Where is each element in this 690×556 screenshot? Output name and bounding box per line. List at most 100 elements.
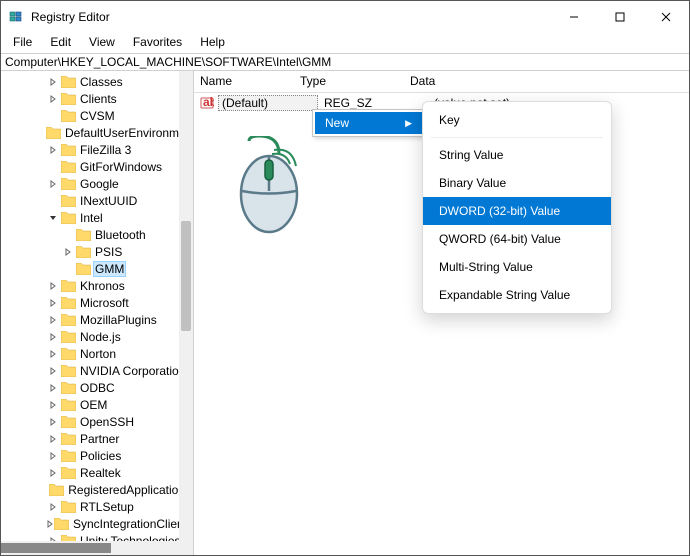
tree-item[interactable]: OEM bbox=[1, 396, 193, 413]
folder-icon bbox=[60, 143, 76, 157]
expander-closed-icon[interactable] bbox=[46, 452, 60, 460]
folder-icon bbox=[46, 126, 61, 140]
flyout-string[interactable]: String Value bbox=[423, 141, 611, 169]
new-flyout: Key String Value Binary Value DWORD (32-… bbox=[422, 101, 612, 314]
menu-view[interactable]: View bbox=[81, 33, 123, 51]
tree-item-label: ODBC bbox=[78, 381, 117, 395]
tree-item[interactable]: Partner bbox=[1, 430, 193, 447]
tree-item[interactable]: Node.js bbox=[1, 328, 193, 345]
tree-item-label: Policies bbox=[78, 449, 123, 463]
tree-item[interactable]: SyncIntegrationClients bbox=[1, 515, 193, 532]
menu-file[interactable]: File bbox=[5, 33, 40, 51]
column-name[interactable]: Name bbox=[194, 71, 294, 92]
expander-open-icon[interactable] bbox=[46, 214, 60, 222]
tree-item-label: Node.js bbox=[78, 330, 123, 344]
tree-item[interactable]: Bluetooth bbox=[1, 226, 193, 243]
tree-item[interactable]: MozillaPlugins bbox=[1, 311, 193, 328]
titlebar[interactable]: Registry Editor bbox=[1, 1, 689, 33]
expander-closed-icon[interactable] bbox=[46, 350, 60, 358]
expander-closed-icon[interactable] bbox=[61, 248, 75, 256]
value-type: REG_SZ bbox=[318, 96, 428, 110]
expander-closed-icon[interactable] bbox=[46, 333, 60, 341]
tree-item-label: DefaultUserEnvironment bbox=[63, 126, 194, 140]
address-bar[interactable]: Computer\HKEY_LOCAL_MACHINE\SOFTWARE\Int… bbox=[1, 53, 689, 71]
registry-editor-window: Registry Editor File Edit View Favorites… bbox=[0, 0, 690, 556]
tree-item[interactable]: ODBC bbox=[1, 379, 193, 396]
tree-item[interactable]: Norton bbox=[1, 345, 193, 362]
folder-icon bbox=[60, 109, 76, 123]
folder-icon bbox=[60, 449, 76, 463]
column-data[interactable]: Data bbox=[404, 71, 689, 92]
tree-item-label: SyncIntegrationClients bbox=[71, 517, 194, 531]
value-name[interactable]: (Default) bbox=[218, 95, 318, 111]
tree-item[interactable]: Classes bbox=[1, 73, 193, 90]
expander-closed-icon[interactable] bbox=[46, 503, 60, 511]
menu-help[interactable]: Help bbox=[192, 33, 233, 51]
tree-item-label: Microsoft bbox=[78, 296, 131, 310]
tree-scrollbar-horizontal[interactable] bbox=[1, 541, 193, 555]
menubar: File Edit View Favorites Help bbox=[1, 33, 689, 53]
folder-icon bbox=[60, 313, 76, 327]
tree-item[interactable]: INextUUID bbox=[1, 192, 193, 209]
expander-closed-icon[interactable] bbox=[46, 180, 60, 188]
tree-item[interactable]: RegisteredApplications bbox=[1, 481, 193, 498]
tree-item-label: CVSM bbox=[78, 109, 117, 123]
tree-item[interactable]: Policies bbox=[1, 447, 193, 464]
flyout-expand[interactable]: Expandable String Value bbox=[423, 281, 611, 309]
tree-item[interactable]: Google bbox=[1, 175, 193, 192]
expander-closed-icon[interactable] bbox=[46, 282, 60, 290]
column-type[interactable]: Type bbox=[294, 71, 404, 92]
flyout-key[interactable]: Key bbox=[423, 106, 611, 134]
svg-text:ab: ab bbox=[203, 96, 214, 109]
expander-closed-icon[interactable] bbox=[46, 520, 54, 528]
minimize-button[interactable] bbox=[551, 1, 597, 33]
flyout-multi[interactable]: Multi-String Value bbox=[423, 253, 611, 281]
tree-item[interactable]: GMM bbox=[1, 260, 193, 277]
flyout-binary[interactable]: Binary Value bbox=[423, 169, 611, 197]
tree-item[interactable]: Realtek bbox=[1, 464, 193, 481]
tree-item[interactable]: NVIDIA Corporation bbox=[1, 362, 193, 379]
values-pane: Name Type Data ab (Default) REG_SZ (valu… bbox=[194, 71, 689, 555]
menu-edit[interactable]: Edit bbox=[42, 33, 79, 51]
expander-closed-icon[interactable] bbox=[46, 316, 60, 324]
menu-favorites[interactable]: Favorites bbox=[125, 33, 190, 51]
tree-item[interactable]: FileZilla 3 bbox=[1, 141, 193, 158]
close-button[interactable] bbox=[643, 1, 689, 33]
maximize-button[interactable] bbox=[597, 1, 643, 33]
expander-closed-icon[interactable] bbox=[46, 299, 60, 307]
expander-closed-icon[interactable] bbox=[46, 435, 60, 443]
expander-closed-icon[interactable] bbox=[46, 146, 60, 154]
folder-icon bbox=[60, 330, 76, 344]
tree-item[interactable]: PSIS bbox=[1, 243, 193, 260]
flyout-dword[interactable]: DWORD (32-bit) Value bbox=[423, 197, 611, 225]
expander-closed-icon[interactable] bbox=[46, 95, 60, 103]
tree-item[interactable]: RTLSetup bbox=[1, 498, 193, 515]
expander-closed-icon[interactable] bbox=[46, 384, 60, 392]
tree-item[interactable]: CVSM bbox=[1, 107, 193, 124]
tree-item[interactable]: Microsoft bbox=[1, 294, 193, 311]
folder-icon bbox=[60, 398, 76, 412]
context-new[interactable]: New ▶ bbox=[315, 112, 422, 134]
flyout-qword[interactable]: QWORD (64-bit) Value bbox=[423, 225, 611, 253]
tree-item[interactable]: Intel bbox=[1, 209, 193, 226]
tree-item-label: RegisteredApplications bbox=[66, 483, 193, 497]
tree-item[interactable]: GitForWindows bbox=[1, 158, 193, 175]
tree-item-label: Classes bbox=[78, 75, 125, 89]
expander-closed-icon[interactable] bbox=[46, 469, 60, 477]
folder-icon bbox=[54, 517, 69, 531]
expander-closed-icon[interactable] bbox=[46, 367, 60, 375]
chevron-right-icon: ▶ bbox=[405, 118, 412, 129]
tree-pane: ClassesClients CVSM DefaultUserEnvironment… bbox=[1, 71, 194, 555]
tree-item[interactable]: Khronos bbox=[1, 277, 193, 294]
tree-scrollbar-vertical[interactable] bbox=[179, 71, 193, 555]
tree-item[interactable]: OpenSSH bbox=[1, 413, 193, 430]
tree-item[interactable]: DefaultUserEnvironment bbox=[1, 124, 193, 141]
mouse-illustration bbox=[234, 136, 304, 236]
expander-closed-icon[interactable] bbox=[46, 78, 60, 86]
expander-closed-icon[interactable] bbox=[46, 418, 60, 426]
list-header: Name Type Data bbox=[194, 71, 689, 93]
tree-item[interactable]: Clients bbox=[1, 90, 193, 107]
folder-icon bbox=[75, 245, 91, 259]
tree-item-label: MozillaPlugins bbox=[78, 313, 159, 327]
expander-closed-icon[interactable] bbox=[46, 401, 60, 409]
